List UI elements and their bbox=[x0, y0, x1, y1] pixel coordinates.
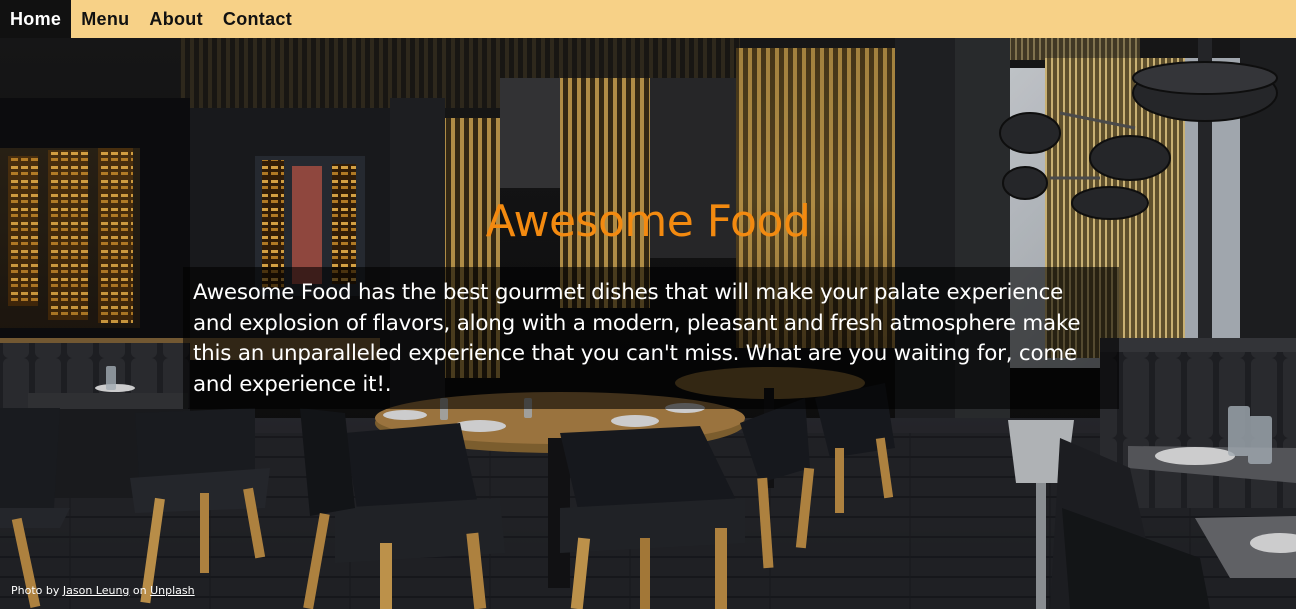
nav-contact-link[interactable]: Contact bbox=[213, 0, 302, 38]
nav-menu-link[interactable]: Menu bbox=[71, 0, 139, 38]
top-navbar: Home Menu About Contact bbox=[0, 0, 1296, 38]
hero-section: Awesome Food Awesome Food has the best g… bbox=[0, 38, 1296, 609]
credit-middle: on bbox=[132, 584, 147, 597]
credit-prefix: Photo by bbox=[11, 584, 60, 597]
nav-home-link[interactable]: Home bbox=[0, 0, 72, 38]
intro-description: Awesome Food has the best gourmet dishes… bbox=[193, 280, 1081, 397]
credit-source-link[interactable]: Unplash bbox=[150, 584, 195, 597]
photo-credit: Photo by Jason Leung on Unplash bbox=[11, 584, 195, 597]
intro-overlay-box: Awesome Food has the best gourmet dishes… bbox=[183, 267, 1119, 409]
landing-page: Home Menu About Contact Awesome Food Awe… bbox=[0, 0, 1296, 609]
nav-about-link[interactable]: About bbox=[139, 0, 212, 38]
credit-author-link[interactable]: Jason Leung bbox=[63, 584, 130, 597]
hero-title: Awesome Food bbox=[485, 196, 811, 247]
